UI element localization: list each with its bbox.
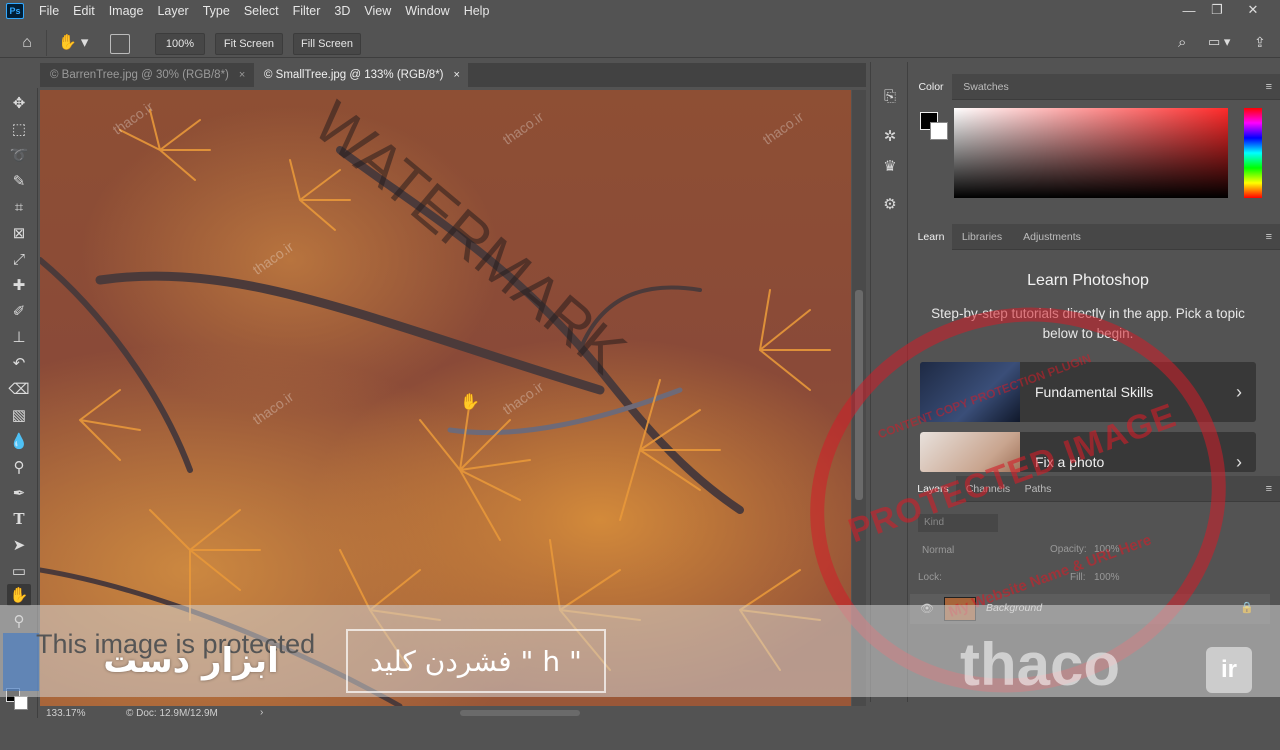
rectangle-icon[interactable]: ▭ [7,560,31,582]
tab-swatches[interactable]: Swatches [956,74,1016,100]
crop-icon[interactable]: ⌗ [7,196,31,218]
frame-icon[interactable]: ⊠ [7,222,31,244]
tab-smalltree[interactable]: © SmallTree.jpg @ 133% (RGB/8*) × [254,63,468,87]
eraser-icon[interactable]: ⌫ [7,378,31,400]
eyedropper-icon[interactable]: ⤢ [7,248,31,270]
quick-select-icon[interactable]: ✎ [7,170,31,192]
menu-window[interactable]: Window [398,0,456,22]
close-tab-icon[interactable]: × [454,69,460,81]
color-panel-tabs: Color Swatches ≡ [910,74,1280,100]
hand-icon[interactable]: ✋ [7,584,31,606]
hand-tool-preset-icon[interactable]: ✋ ▾ [58,33,96,53]
blur-icon[interactable]: 💧 [7,430,31,452]
fit-screen-button[interactable]: Fit Screen [215,33,283,55]
shortcut-hint-fa: فشردن کلید " h " [346,629,606,693]
zoom-readout[interactable]: 133.17% [46,708,85,719]
tab-label: © BarrenTree.jpg @ 30% (RGB/8*) [50,69,229,81]
menu-image[interactable]: Image [102,0,151,22]
background-color-swatch[interactable] [14,696,28,710]
menu-filter[interactable]: Filter [286,0,328,22]
tab-learn[interactable]: Learn [910,224,952,250]
tab-libraries[interactable]: Libraries [956,224,1008,250]
color-picker-field[interactable] [954,108,1228,198]
panel-menu-icon[interactable]: ≡ [1266,231,1272,243]
menu-file[interactable]: File [32,0,66,22]
photoshop-logo: Ps [6,3,24,19]
tab-barrentree[interactable]: © BarrenTree.jpg @ 30% (RGB/8*) × [40,63,254,87]
watermark-text: WATERMARK [302,90,639,386]
site-logo-text: thaco [960,631,1121,698]
menu-3d[interactable]: 3D [327,0,357,22]
properties-icon[interactable]: ⚙ [880,194,900,214]
options-bar: ⌂ ✋ ▾ 100% Fit Screen Fill Screen ⌕ ▭ ▾ … [0,30,1280,58]
tab-color[interactable]: Color [910,74,952,100]
brushes-icon[interactable]: ♛ [880,156,900,176]
status-menu-arrow[interactable]: › [260,707,263,718]
close-window-button[interactable]: ✕ [1238,0,1268,20]
scroll-all-windows-icon[interactable] [110,34,130,54]
site-logo-badge: ir [1206,647,1252,693]
brush-icon[interactable]: ✐ [7,300,31,322]
learn-panel-tabs: Learn Libraries Adjustments ≡ [910,224,1280,250]
search-icon[interactable]: ⌕ [1178,34,1198,54]
minimize-button[interactable]: — [1174,0,1204,20]
hue-slider[interactable] [1244,108,1262,198]
menu-select[interactable]: Select [237,0,286,22]
type-icon[interactable]: T [7,508,31,530]
stamp-icon[interactable]: ⊥ [7,326,31,348]
tutorial-caption-strip: This image is protected ابزار دست فشردن … [0,605,1280,697]
menu-type[interactable]: Type [196,0,237,22]
menu-layer[interactable]: Layer [150,0,195,22]
path-select-icon[interactable]: ➤ [7,534,31,556]
menu-help[interactable]: Help [457,0,497,22]
pen-icon[interactable]: ✒ [7,482,31,504]
status-bar: 133.17% © Doc: 12.9M/12.9M › [40,706,866,720]
history-icon[interactable]: ⎘ [880,86,900,106]
hand-cursor-icon: ✋ [460,394,480,411]
document-tab-bar: © BarrenTree.jpg @ 30% (RGB/8*) × © Smal… [40,63,866,87]
history-brush-icon[interactable]: ↶ [7,352,31,374]
maximize-button[interactable]: ❐ [1202,0,1232,20]
healing-icon[interactable]: ✚ [7,274,31,296]
menu-edit[interactable]: Edit [66,0,102,22]
home-icon[interactable]: ⌂ [16,34,38,54]
menu-bar: Ps File Edit Image Layer Type Select Fil… [0,0,1280,22]
share-icon[interactable]: ⇪ [1254,34,1274,54]
horizontal-scroll-thumb[interactable] [460,710,580,716]
caption-accent [3,633,39,691]
background-color-chip[interactable] [930,122,948,140]
lasso-icon[interactable]: ➰ [7,144,31,166]
zoom-100-button[interactable]: 100% [155,33,205,55]
fill-screen-button[interactable]: Fill Screen [293,33,361,55]
marquee-icon[interactable]: ⬚ [7,118,31,140]
chevron-right-icon: › [1236,382,1242,402]
menu-view[interactable]: View [357,0,398,22]
dodge-icon[interactable]: ⚲ [7,456,31,478]
stamp-main-text: PROTECTED IMAGE [843,396,1182,551]
tab-adjustments[interactable]: Adjustments [1014,224,1090,250]
chevron-right-icon: › [1236,452,1242,472]
doc-size-readout: © Doc: 12.9M/12.9M [126,708,218,719]
tab-label: © SmallTree.jpg @ 133% (RGB/8*) [264,69,444,81]
move-icon[interactable]: ✥ [7,92,31,114]
gradient-icon[interactable]: ▧ [7,404,31,426]
panel-menu-icon[interactable]: ≡ [1266,81,1272,93]
tool-name-fa: ابزار دست [103,641,279,681]
workspace-icon[interactable]: ▭ ▾ [1208,34,1244,54]
learn-title: Learn Photoshop [1027,272,1149,289]
brush-settings-icon[interactable]: ✲ [880,126,900,146]
panel-menu-icon[interactable]: ≡ [1266,483,1272,495]
close-tab-icon[interactable]: × [239,69,245,81]
